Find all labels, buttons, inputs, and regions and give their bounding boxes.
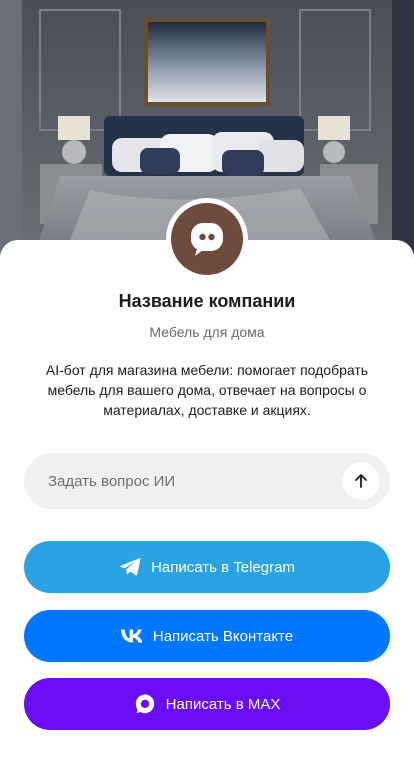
telegram-icon [119,557,141,577]
vk-button-label: Написать Вконтакте [152,627,294,645]
company-name: Название компании [118,291,296,311]
arrow-up-icon [355,474,367,488]
vk-button[interactable]: Написать Вконтакте [24,610,390,662]
chat-bot-icon [191,223,223,256]
send-button[interactable] [342,462,380,500]
company-category: Мебель для дома [149,324,265,340]
ask-ai-input[interactable] [48,472,342,490]
avatar-ring [166,198,248,280]
company-description: AI-бот для магазина мебели: помогает под… [45,362,369,418]
max-button[interactable]: Написать в MAX [24,678,390,730]
max-icon [134,693,156,715]
ask-ai-field [24,453,390,509]
telegram-button-label: Написать в Telegram [151,558,295,576]
avatar [171,203,243,275]
telegram-button[interactable]: Написать в Telegram [24,541,390,593]
vk-icon [120,629,143,643]
max-button-label: Написать в MAX [165,695,281,713]
